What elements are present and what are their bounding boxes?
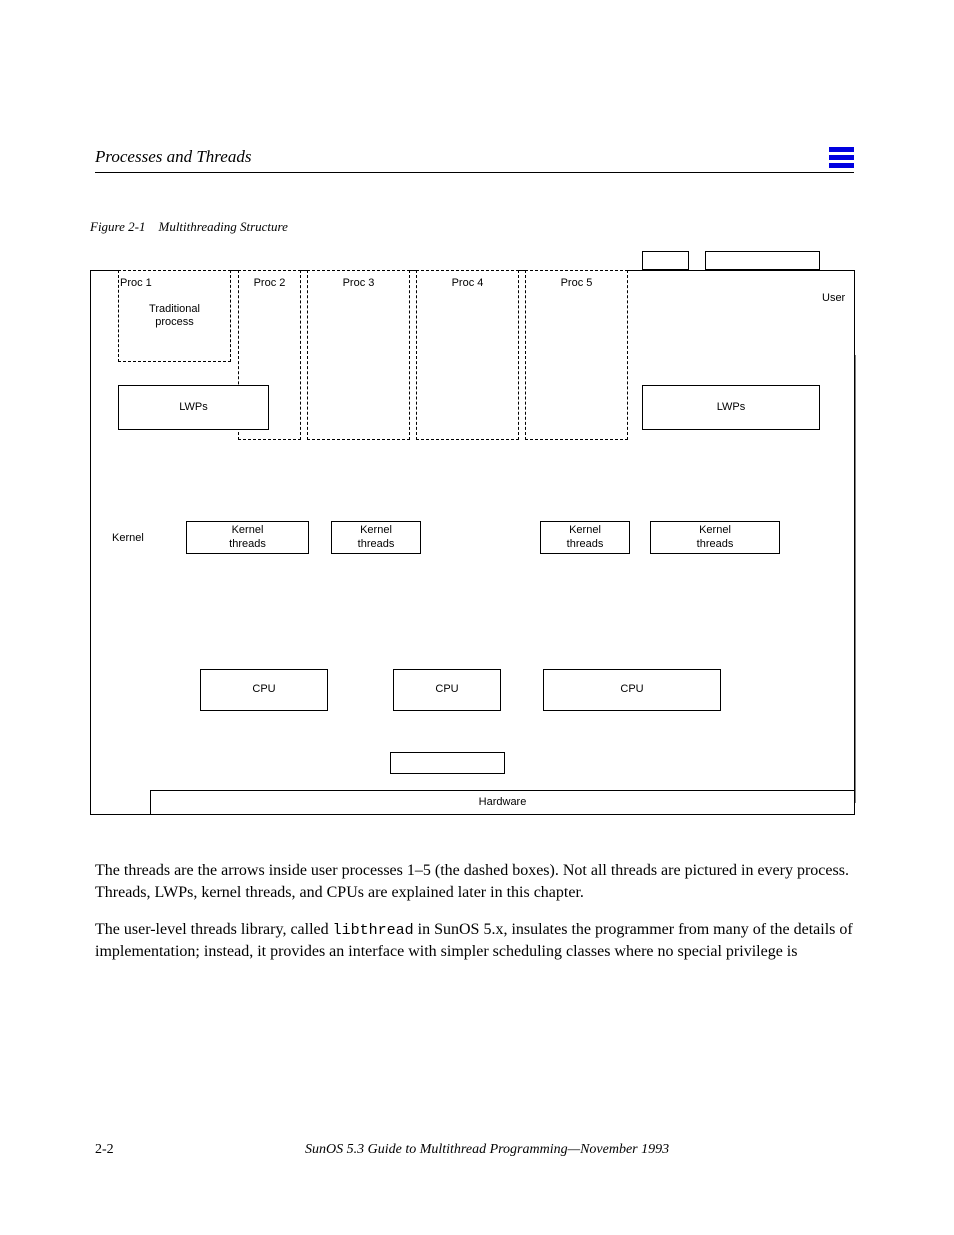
kernel-threads-r2-label: Kernelthreads (695, 522, 736, 552)
kernel-threads-r1-label: Kernelthreads (565, 522, 606, 552)
lwps-right-label: LWPs (715, 399, 748, 416)
footer-page-number: 2-2 (95, 1142, 114, 1158)
proc2-label: Proc 2 (252, 275, 288, 292)
cpu-mid-box: CPU (393, 669, 501, 711)
kernel-threads-left-box: Kernelthreads (186, 521, 309, 554)
kernel-threads-r1-box: Kernelthreads (540, 521, 630, 554)
top-box-2 (705, 251, 820, 270)
footer-doc-title: SunOS 5.3 Guide to Multithread Programmi… (305, 1142, 669, 1158)
paragraph-1: The threads are the arrows inside user p… (95, 860, 854, 903)
paragraph-2: The user-level threads library, called l… (95, 919, 854, 963)
kernel-label: Kernel (110, 530, 146, 547)
lwps-left-label: LWPs (177, 399, 210, 416)
proc4-box: Proc 4 (416, 270, 519, 440)
menu-icon[interactable] (829, 147, 854, 168)
figure-title: Figure 2-1 Multithreading Structure (90, 219, 288, 235)
proc4-label: Proc 4 (450, 275, 486, 292)
figure-name: Multithreading Structure (158, 219, 287, 234)
body-text: The threads are the arrows inside user p… (95, 860, 854, 979)
user-label: User (820, 290, 847, 307)
kernel-threads-mid-box: Kernelthreads (331, 521, 421, 554)
proc5-label: Proc 5 (559, 275, 595, 292)
hw-sub-box (390, 752, 505, 774)
page-header-title: Processes and Threads (95, 147, 251, 167)
header-rule (95, 172, 854, 173)
cpu-left-box: CPU (200, 669, 328, 711)
kernel-threads-r2-box: Kernelthreads (650, 521, 780, 554)
hardware-label: Hardware (477, 794, 529, 811)
cpu-right-label: CPU (618, 681, 645, 698)
lwps-right-box: LWPs (642, 385, 820, 430)
kernel-threads-mid-label: Kernelthreads (356, 522, 397, 552)
lwps-left-box: LWPs (118, 385, 269, 430)
hardware-box: Hardware (150, 790, 855, 815)
cpu-left-label: CPU (250, 681, 277, 698)
proc3-box: Proc 3 (307, 270, 410, 440)
proc3-label: Proc 3 (341, 275, 377, 292)
proc1-label: Proc 1 (118, 275, 235, 292)
cpu-right-box: CPU (543, 669, 721, 711)
kernel-threads-left-label: Kernelthreads (227, 522, 268, 552)
cpu-mid-label: CPU (433, 681, 460, 698)
traditional-process-label: Traditionalprocess (147, 301, 202, 331)
code-libthread: libthread (333, 922, 414, 939)
top-box-1 (642, 251, 689, 270)
proc5-box: Proc 5 (525, 270, 628, 440)
figure-number: Figure 2-1 (90, 219, 145, 234)
